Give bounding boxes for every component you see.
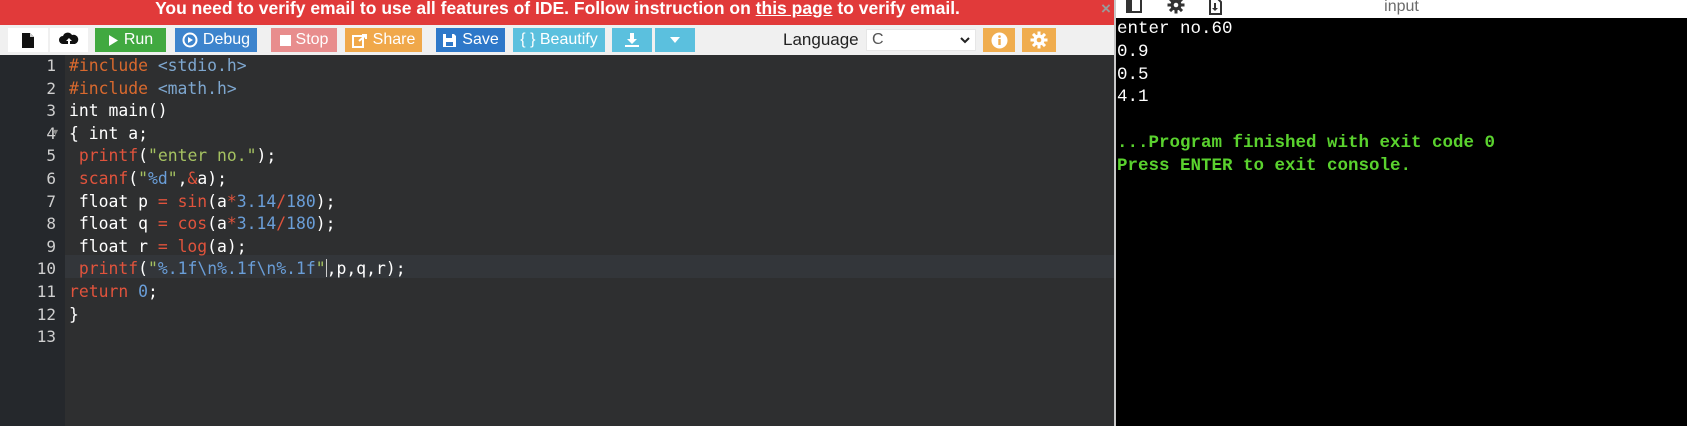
line-number: 11 — [36, 282, 56, 301]
line-number: 7 — [46, 191, 56, 211]
line-number: 2 — [46, 78, 56, 98]
verify-email-banner: You need to verify email to use all feat… — [0, 0, 1115, 25]
console-header: input — [1116, 0, 1687, 18]
exit-status-line: ...Program finished with exit code 0 — [1117, 133, 1496, 153]
chevron-down-icon — [960, 37, 970, 44]
gear-icon — [1030, 31, 1048, 49]
save-label: Save — [462, 31, 499, 48]
console-output[interactable]: enter no.60 0.9 0.5 4.1 ...Program finis… — [1116, 18, 1687, 426]
code-line: float r = log(a); — [69, 236, 247, 256]
code-line: scanf("%d",&a); — [78, 169, 227, 188]
download-options-button[interactable] — [655, 28, 695, 52]
line-number: 10 — [36, 259, 56, 279]
file-icon — [22, 32, 34, 48]
output-line: enter no.60 — [1117, 19, 1233, 39]
play-icon — [108, 34, 118, 46]
cloud-upload-icon — [59, 32, 79, 46]
banner-text-before: You need to verify email to use all feat… — [155, 0, 756, 18]
info-icon — [991, 32, 1007, 48]
output-line: 4.1 — [1117, 87, 1149, 108]
share-label: Share — [372, 31, 416, 48]
run-label: Run — [123, 31, 154, 48]
console-title: input — [1384, 0, 1419, 15]
output-line: 0.9 — [1117, 41, 1149, 62]
toolbar: Run Debug Stop Share Save { } Beautify L… — [0, 25, 1115, 55]
beautify-label: { } Beautify — [520, 31, 598, 48]
language-select[interactable]: C — [866, 29, 976, 51]
share-button[interactable]: Share — [345, 28, 422, 52]
verify-link[interactable]: this page — [756, 0, 833, 18]
line-number: 4 — [46, 123, 56, 143]
code-line: #include <stdio.h> — [69, 56, 247, 75]
code-line: float p = sin(a*3.14/180); — [69, 191, 336, 211]
code-line: return 0; — [69, 282, 158, 301]
exit-prompt-line: Press ENTER to exit console. — [1117, 155, 1412, 176]
banner-text-after: to verify email. — [832, 0, 960, 18]
new-file-button[interactable] — [8, 28, 48, 52]
debug-circle-icon — [182, 32, 198, 48]
caret-down-icon — [670, 37, 680, 43]
settings-button[interactable] — [1022, 28, 1056, 52]
code-line: float q = cos(a*3.14/180); — [69, 214, 336, 234]
debug-label: Debug — [202, 31, 251, 48]
stop-square-icon — [279, 34, 291, 46]
code-editor[interactable]: 1 2 3 4 ▼ 5 6 7 8 9 10 11 12 13 #include… — [0, 55, 1115, 426]
line-number: 13 — [36, 327, 56, 347]
code-line: #include <math.h> — [69, 78, 237, 98]
fold-arrow-icon[interactable]: ▼ — [51, 127, 60, 137]
info-button[interactable] — [983, 28, 1015, 52]
console-pane: input enter no.60 0.9 0.5 4.1 ...Program… — [1116, 0, 1687, 426]
language-label: Language — [783, 30, 859, 49]
stop-button[interactable]: Stop — [271, 28, 337, 52]
debug-button[interactable]: Debug — [175, 28, 257, 52]
code-line: printf("enter no."); — [78, 146, 277, 166]
banner-close-icon[interactable]: × — [1098, 0, 1114, 17]
output-line: 0.5 — [1117, 64, 1149, 85]
beautify-button[interactable]: { } Beautify — [513, 28, 605, 52]
download-icon — [625, 33, 639, 47]
text-cursor — [325, 259, 327, 278]
line-number: 6 — [46, 169, 56, 188]
language-value: C — [872, 31, 884, 48]
run-button[interactable]: Run — [95, 28, 166, 52]
floppy-disk-icon — [443, 33, 457, 47]
line-number: 12 — [36, 304, 56, 324]
save-button[interactable]: Save — [436, 28, 505, 52]
upload-button[interactable] — [50, 28, 88, 52]
line-number: 9 — [46, 236, 56, 256]
download-button[interactable] — [612, 28, 652, 52]
line-number: 3 — [46, 101, 56, 121]
code-line: { int a; — [69, 123, 148, 143]
code-line: } — [69, 304, 79, 324]
stop-label: Stop — [295, 31, 329, 48]
line-number: 1 — [46, 56, 56, 75]
ide-pane: You need to verify email to use all feat… — [0, 0, 1115, 426]
code-line: printf("%.1f\n%.1f\n%.1f",p,q,r); — [78, 259, 406, 279]
code-line: int main() — [69, 101, 168, 121]
share-icon — [351, 33, 367, 48]
line-number: 5 — [46, 146, 56, 166]
line-number-gutter: 1 2 3 4 ▼ 5 6 7 8 9 10 11 12 13 — [0, 55, 65, 426]
line-number: 8 — [46, 214, 56, 234]
